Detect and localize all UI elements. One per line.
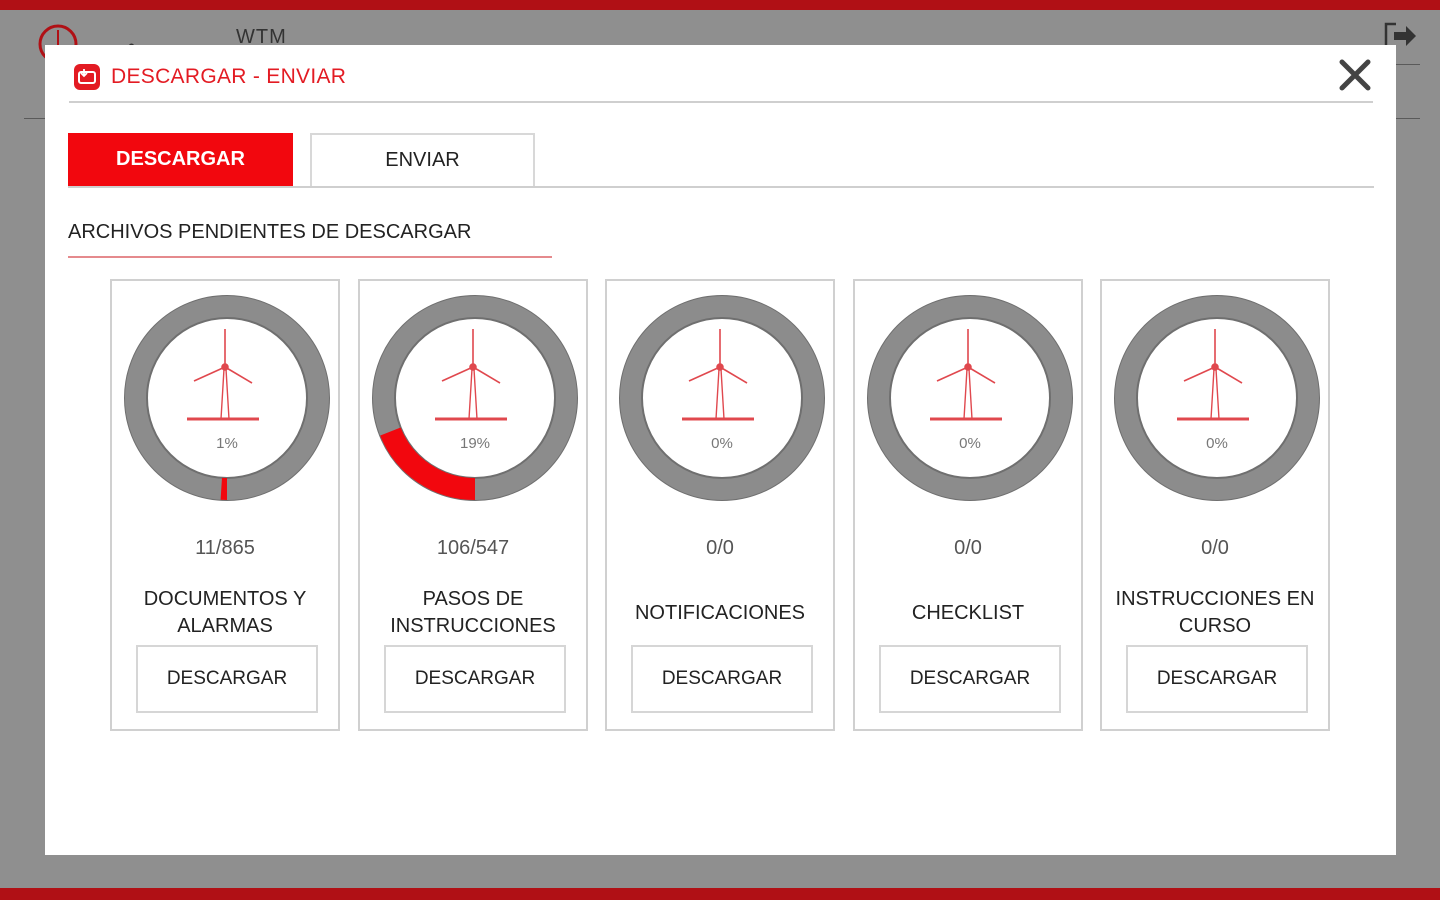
progress-gauge: 0% [619, 295, 825, 501]
gauge-track [868, 296, 1072, 500]
top-brand-strip [0, 0, 1440, 10]
card-checklist: 0% 0/0 CHECKLIST DESCARGAR [853, 279, 1083, 731]
tab-bar: DESCARGAR ENVIAR [68, 133, 1374, 188]
gauge-track [125, 296, 329, 500]
download-count: 0/0 [954, 537, 982, 559]
close-icon[interactable] [1335, 55, 1375, 95]
turbine-blade-right [472, 366, 501, 384]
turbine-blade-right [719, 366, 748, 384]
turbine-blade-left [936, 366, 969, 382]
gauge-percent-label: 0% [711, 435, 733, 452]
turbine-blade-left [193, 366, 226, 382]
turbine-blade-left [1183, 366, 1216, 382]
turbine-hub [716, 363, 724, 371]
card-label: DOCUMENTOS Y ALARMAS [143, 588, 307, 637]
turbine-hub [964, 363, 972, 371]
gauge-track [620, 296, 824, 500]
card-notificaciones: 0% 0/0 NOTIFICACIONES DESCARGAR [605, 279, 835, 731]
section-title: ARCHIVOS PENDIENTES DE DESCARGAR [68, 221, 472, 243]
wind-turbine-icon [1177, 329, 1249, 421]
turbine-blade-right [967, 366, 996, 384]
card-label: NOTIFICACIONES [634, 601, 805, 624]
gauge-inner-rim [394, 317, 556, 479]
gauge-percent-label: 0% [959, 435, 981, 452]
card-instrucciones-en-curso: 0% 0/0 INSTRUCCIONES EN CURSO DESCARGAR [1100, 279, 1330, 731]
gauge-track [1115, 296, 1319, 500]
tab-enviar[interactable]: ENVIAR [310, 133, 535, 186]
download-count: 11/865 [195, 537, 255, 559]
turbine-tower [963, 368, 973, 420]
download-button[interactable]: DESCARGAR [879, 645, 1061, 713]
turbine-blade-left [688, 366, 721, 382]
progress-gauge: 0% [867, 295, 1073, 501]
wind-turbine-icon [682, 329, 754, 421]
download-button[interactable]: DESCARGAR [384, 645, 566, 713]
gauge-inner-rim [146, 317, 308, 479]
turbine-blade-right [224, 366, 253, 384]
download-count: 0/0 [1201, 537, 1229, 559]
section-underline [68, 256, 552, 258]
turbine-tower [1210, 368, 1220, 420]
turbine-blade-right [1214, 366, 1243, 384]
download-button[interactable]: DESCARGAR [136, 645, 318, 713]
turbine-hub [221, 363, 229, 371]
download-cards: 1% 11/865 DOCUMENTOS Y ALARMAS DESCARGAR… [110, 279, 1332, 731]
turbine-tower [220, 368, 230, 420]
gauge-percent-label: 19% [460, 435, 490, 452]
turbine-tower [468, 368, 478, 420]
download-send-icon [74, 64, 100, 90]
turbine-hub [469, 363, 477, 371]
wind-turbine-icon [187, 329, 259, 421]
modal-header: DESCARGAR - ENVIAR [69, 57, 1373, 103]
progress-gauge: 1% [124, 295, 330, 501]
gauge-inner-rim [1136, 317, 1298, 479]
turbine-tower [715, 368, 725, 420]
card-label: INSTRUCCIONES EN CURSO [1115, 588, 1315, 637]
turbine-hub [1211, 363, 1219, 371]
bottom-brand-strip [0, 888, 1440, 900]
progress-gauge: 19% [372, 295, 578, 501]
background-divider-top [1396, 64, 1420, 65]
download-count: 0/0 [706, 537, 734, 559]
progress-gauge: 0% [1114, 295, 1320, 501]
download-send-modal: DESCARGAR - ENVIAR DESCARGAR ENVIAR ARCH… [45, 45, 1396, 855]
card-label: CHECKLIST [911, 601, 1025, 624]
gauge-percent-label: 0% [1206, 435, 1228, 452]
gauge-inner-rim [641, 317, 803, 479]
modal-title: DESCARGAR - ENVIAR [111, 65, 347, 88]
gauge-inner-rim [889, 317, 1051, 479]
download-count: 106/547 [436, 537, 510, 559]
card-label: PASOS DE INSTRUCCIONES [390, 588, 556, 637]
download-button[interactable]: DESCARGAR [1126, 645, 1308, 713]
wind-turbine-icon [435, 329, 507, 421]
card-documentos-alarmas: 1% 11/865 DOCUMENTOS Y ALARMAS DESCARGAR [110, 279, 340, 731]
gauge-percent-label: 1% [216, 435, 238, 452]
wind-turbine-icon [930, 329, 1002, 421]
tab-descargar[interactable]: DESCARGAR [68, 133, 293, 186]
turbine-blade-left [441, 366, 474, 382]
card-pasos-instrucciones: 19% 106/547 PASOS DE INSTRUCCIONES DESCA… [358, 279, 588, 731]
download-button[interactable]: DESCARGAR [631, 645, 813, 713]
